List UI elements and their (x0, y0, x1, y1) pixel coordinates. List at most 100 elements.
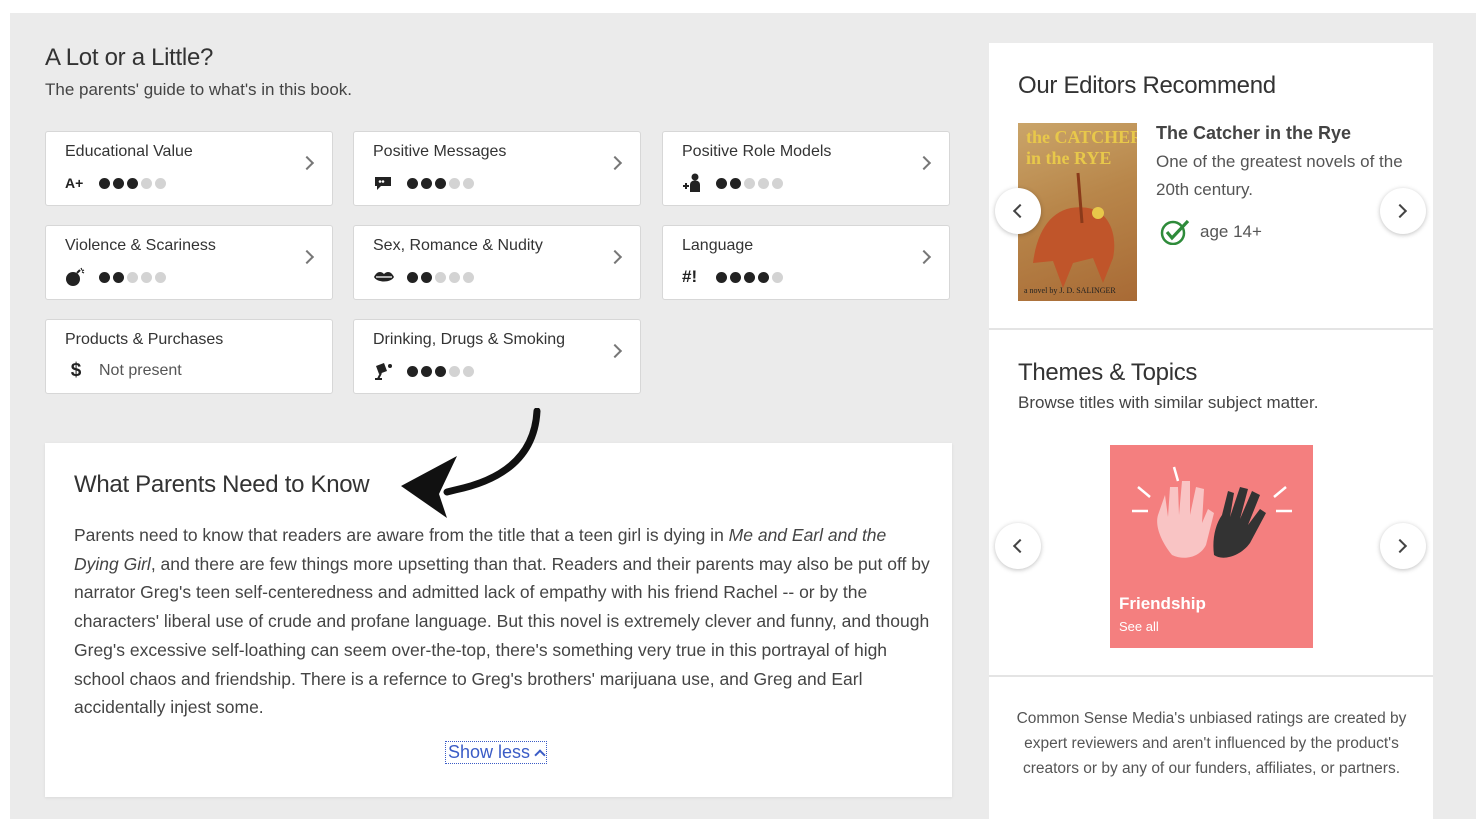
dollar-icon: $ (70, 360, 82, 381)
rating-dot-filled (113, 177, 124, 189)
rating-card-positive-messages[interactable]: Positive Messages (353, 131, 641, 206)
rating-dots (716, 177, 783, 189)
rating-dot-filled (716, 271, 727, 283)
rating-label: Language (682, 237, 754, 254)
book-title[interactable]: The Catcher in the Rye (1156, 123, 1351, 144)
rating-dot-filled (421, 177, 432, 189)
rating-label: Products & Purchases (65, 331, 224, 348)
age-label: age 14+ (1200, 222, 1262, 241)
check-circle-icon (1160, 219, 1190, 245)
rating-card-drinking-drugs-smoking[interactable]: Drinking, Drugs & Smoking (353, 319, 641, 394)
rating-dot-filled (407, 365, 418, 377)
wpntk-text: Parents need to know that readers are aw… (74, 525, 729, 545)
rating-dot-filled (730, 271, 741, 283)
rating-dot-empty (141, 271, 152, 283)
editors-prev-button[interactable] (995, 188, 1041, 234)
glass-icon (373, 361, 399, 381)
high-five-icon (1132, 466, 1292, 558)
rating-label: Drinking, Drugs & Smoking (373, 331, 566, 348)
guide-subtitle: The parents' guide to what's in this boo… (45, 80, 353, 99)
rating-dots (407, 177, 474, 189)
rating-card-educational-value[interactable]: Educational Value A+ (45, 131, 333, 206)
rating-label: Positive Messages (373, 143, 507, 160)
grade-icon: A+ (65, 175, 84, 191)
rating-dot-empty (141, 177, 152, 189)
themes-title: Themes & Topics (1018, 359, 1198, 386)
rating-dot-empty (772, 271, 783, 283)
rating-dot-filled (744, 271, 755, 283)
annotation-arrow-icon (401, 408, 541, 518)
chevron-right-icon (607, 155, 623, 171)
csm-disclaimer: Common Sense Media's unbiased ratings ar… (1016, 710, 1407, 777)
divider (989, 328, 1433, 330)
chevron-right-icon (916, 249, 932, 265)
chevron-right-icon (299, 249, 315, 265)
book-description: One of the greatest novels of the 20th c… (1156, 152, 1403, 199)
rating-dot-empty (449, 365, 460, 377)
rating-card-language[interactable]: Language #! (662, 225, 950, 300)
chevron-up-icon (534, 749, 546, 761)
rating-dot-filled (435, 177, 446, 189)
rating-dot-filled (758, 271, 769, 283)
rating-dot-empty (127, 271, 138, 283)
rating-dots (99, 177, 166, 189)
chevron-right-icon (299, 155, 315, 171)
divider (989, 675, 1433, 677)
rating-dots (407, 365, 474, 377)
profanity-icon: #! (682, 267, 698, 286)
rating-label: Educational Value (65, 143, 193, 160)
chevron-left-icon (1012, 538, 1028, 554)
rating-dot-empty (449, 271, 460, 283)
lips-icon (373, 270, 399, 284)
wpntk-body: Parents need to know that readers are aw… (74, 521, 934, 722)
topic-tile-friendship[interactable]: Friendship See all (1110, 445, 1313, 648)
guide-title: A Lot or a Little? (45, 44, 214, 71)
rating-label: Violence & Scariness (65, 237, 216, 254)
rating-dot-filled (435, 365, 446, 377)
cover-author: a novel by J. D. SALINGER (1024, 286, 1116, 295)
rating-dots (99, 271, 166, 283)
chevron-right-icon (916, 155, 932, 171)
rating-dot-empty (772, 177, 783, 189)
rating-card-violence-scariness[interactable]: Violence & Scariness (45, 225, 333, 300)
rating-card-products-purchases[interactable]: Products & Purchases $ Not present (45, 319, 333, 394)
rating-dot-filled (421, 365, 432, 377)
rating-dot-empty (155, 271, 166, 283)
rating-dots (716, 271, 783, 283)
themes-prev-button[interactable] (995, 523, 1041, 569)
rating-dot-filled (113, 271, 124, 283)
rating-card-positive-role-models[interactable]: Positive Role Models (662, 131, 950, 206)
editors-recommend-title: Our Editors Recommend (1018, 72, 1276, 99)
rating-dot-empty (155, 177, 166, 189)
rating-dot-empty (435, 271, 446, 283)
rating-label: Sex, Romance & Nudity (373, 237, 543, 254)
carousel-horse-illustration (1033, 172, 1115, 288)
chevron-right-icon (1392, 538, 1408, 554)
speech-bubble-icon (373, 175, 399, 191)
chevron-right-icon (607, 249, 623, 265)
rating-dot-empty (449, 177, 460, 189)
not-present-text: Not present (99, 362, 182, 379)
editors-next-button[interactable] (1380, 188, 1426, 234)
rating-dot-filled (99, 177, 110, 189)
rating-dot-filled (127, 177, 138, 189)
rating-dots (407, 271, 474, 283)
show-less-button[interactable]: Show less (445, 741, 548, 764)
rating-dot-empty (463, 177, 474, 189)
rating-card-sex-romance-nudity[interactable]: Sex, Romance & Nudity (353, 225, 641, 300)
rating-dot-filled (716, 177, 727, 189)
rating-dot-filled (407, 271, 418, 283)
wpntk-title: What Parents Need to Know (74, 471, 370, 498)
chevron-right-icon (607, 343, 623, 359)
rating-label: Positive Role Models (682, 143, 832, 160)
chevron-right-icon (1392, 203, 1408, 219)
rating-dot-empty (758, 177, 769, 189)
see-all-link[interactable]: See all (1119, 619, 1159, 634)
themes-next-button[interactable] (1380, 523, 1426, 569)
rating-dot-filled (421, 271, 432, 283)
role-model-icon (682, 173, 708, 193)
age-rating: age 14+ (1160, 219, 1262, 245)
wpntk-text: , and there are few things more upsettin… (74, 553, 930, 718)
chevron-left-icon (1012, 203, 1028, 219)
show-less-label: Show less (448, 742, 531, 762)
